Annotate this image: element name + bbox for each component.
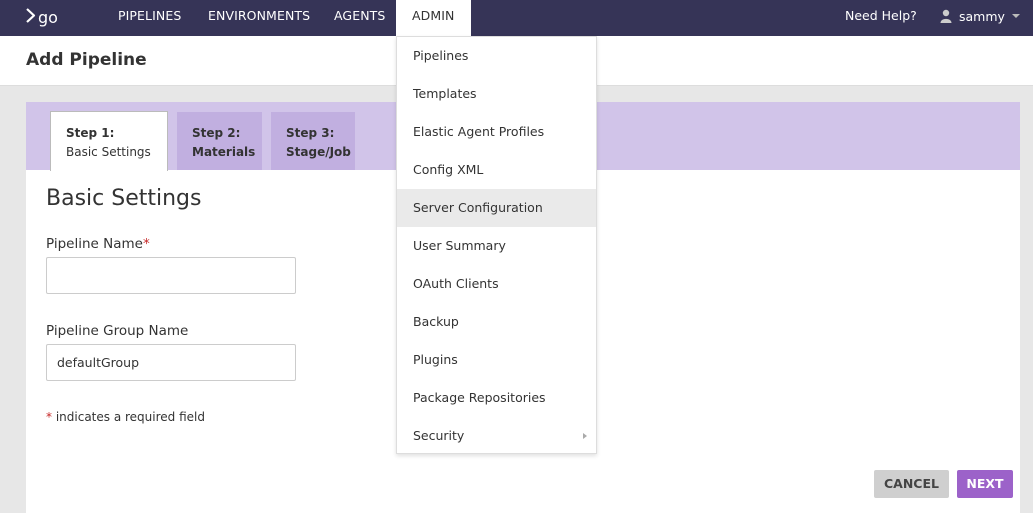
- menu-item-security-label: Security: [413, 428, 465, 443]
- tab-step-number: Step 3:: [286, 126, 335, 140]
- menu-item-pipelines[interactable]: Pipelines: [397, 37, 596, 75]
- pipeline-name-label-text: Pipeline Name: [46, 236, 143, 252]
- tab-step-label: Basic Settings: [66, 145, 151, 159]
- admin-dropdown-menu: Pipelines Templates Elastic Agent Profil…: [396, 36, 597, 454]
- menu-item-templates[interactable]: Templates: [397, 75, 596, 113]
- menu-item-elastic-agent-profiles[interactable]: Elastic Agent Profiles: [397, 113, 596, 151]
- tab-step-2[interactable]: Step 2: Materials: [177, 112, 262, 170]
- menu-item-security[interactable]: Security: [397, 417, 596, 455]
- menu-item-oauth-clients[interactable]: OAuth Clients: [397, 265, 596, 303]
- next-button[interactable]: NEXT: [957, 470, 1013, 498]
- nav-admin[interactable]: ADMIN: [396, 0, 471, 36]
- menu-item-package-repositories[interactable]: Package Repositories: [397, 379, 596, 417]
- chevron-right-icon: [583, 433, 587, 439]
- top-nav: go PIPELINES ENVIRONMENTS AGENTS ADMIN N…: [0, 0, 1033, 36]
- menu-item-config-xml[interactable]: Config XML: [397, 151, 596, 189]
- required-note-text: indicates a required field: [55, 410, 205, 424]
- svg-text:go: go: [38, 8, 58, 27]
- required-mark: *: [142, 236, 150, 252]
- tab-step-1[interactable]: Step 1: Basic Settings: [50, 111, 168, 171]
- cancel-button[interactable]: CANCEL: [874, 470, 949, 498]
- tab-step-label: Stage/Job: [286, 145, 351, 159]
- section-title: Basic Settings: [46, 186, 202, 211]
- user-menu[interactable]: sammy: [940, 0, 1020, 36]
- menu-item-server-configuration[interactable]: Server Configuration: [397, 189, 596, 227]
- tab-step-number: Step 1:: [66, 126, 115, 140]
- menu-item-user-summary[interactable]: User Summary: [397, 227, 596, 265]
- chevron-down-icon: [1011, 14, 1020, 18]
- menu-item-plugins[interactable]: Plugins: [397, 341, 596, 379]
- nav-environments[interactable]: ENVIRONMENTS: [208, 0, 310, 36]
- need-help-link[interactable]: Need Help?: [845, 0, 917, 36]
- required-note: * indicates a required field: [46, 410, 205, 424]
- required-mark: *: [46, 410, 52, 424]
- tab-step-label: Materials: [192, 145, 256, 159]
- group-name-label: Pipeline Group Name: [46, 323, 189, 339]
- menu-item-backup[interactable]: Backup: [397, 303, 596, 341]
- go-logo[interactable]: go: [25, 6, 67, 28]
- pipeline-group-input[interactable]: [46, 344, 296, 381]
- user-name: sammy: [959, 8, 1005, 24]
- nav-agents[interactable]: AGENTS: [334, 0, 385, 36]
- pipeline-name-input[interactable]: [46, 257, 296, 294]
- page-title: Add Pipeline: [26, 50, 147, 70]
- tab-step-3[interactable]: Step 3: Stage/Job: [271, 112, 355, 170]
- tab-step-number: Step 2:: [192, 126, 241, 140]
- pipeline-name-label: Pipeline Name*: [46, 236, 150, 252]
- user-icon: [940, 9, 952, 23]
- nav-pipelines[interactable]: PIPELINES: [118, 0, 181, 36]
